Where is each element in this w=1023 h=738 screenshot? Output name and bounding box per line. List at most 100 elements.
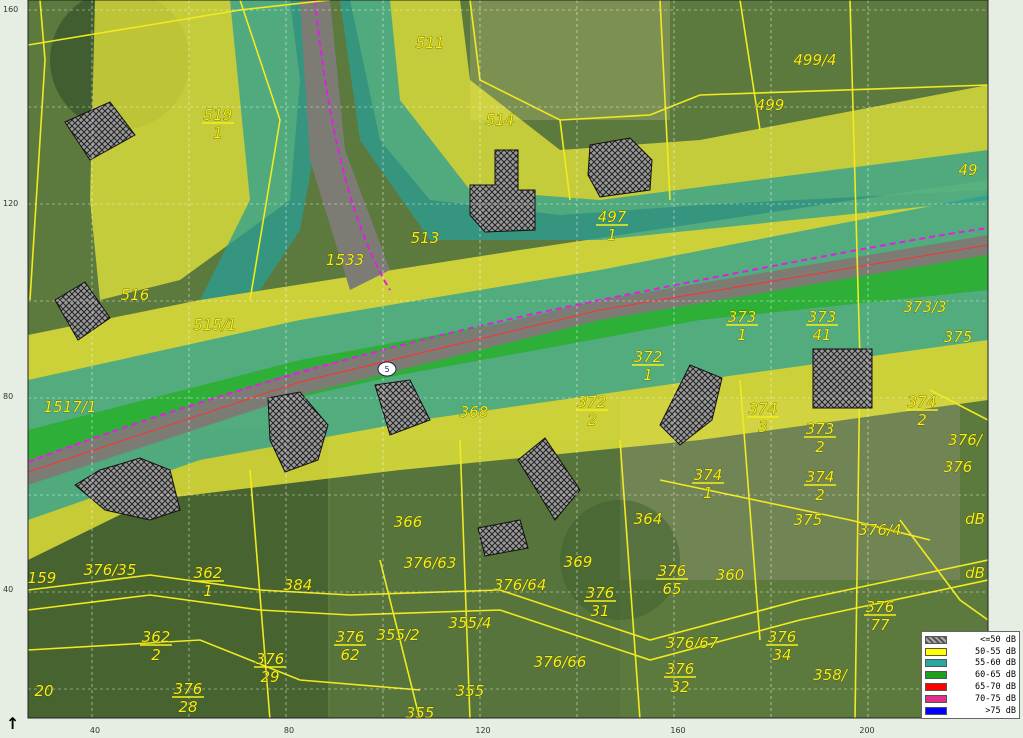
parcel-subnumber: 41 (812, 326, 831, 344)
parcel-number: 499 (756, 96, 785, 114)
parcel-number: 514 (486, 111, 515, 129)
parcel-subnumber: 62 (340, 646, 359, 664)
parcel-number: 519 (204, 106, 233, 124)
x-tick-label: 120 (475, 726, 490, 735)
receiver-marker[interactable]: 5 (377, 361, 397, 377)
parcel-number: 376 (658, 562, 687, 580)
legend-item: 65-70 dB (925, 681, 1016, 693)
parcel-number: 376/67 (666, 634, 719, 652)
parcel-subnumber: 1 (737, 326, 747, 344)
legend-label: 70-75 dB (975, 693, 1016, 704)
parcel-subnumber: 1 (213, 124, 223, 142)
parcel-number: 376/64 (494, 576, 547, 594)
legend-swatch (925, 694, 947, 703)
parcel-number: 360 (716, 566, 745, 584)
y-tick-label: 160 (3, 5, 18, 14)
parcel-number: 375 (944, 328, 973, 346)
legend-label: 50-55 dB (975, 646, 1016, 657)
parcel-subnumber: 1 (643, 366, 653, 384)
legend-item: 50-55 dB (925, 646, 1016, 658)
north-arrow-icon: ↑ (6, 714, 20, 733)
x-tick-label: 160 (670, 726, 685, 735)
noise-map[interactable]: 5115191514499/44994949715131533516515/1 3… (0, 0, 1023, 738)
parcel-number: 376 (174, 680, 203, 698)
parcel-number: 358/ (813, 666, 849, 684)
parcel-subnumber: 2 (151, 646, 161, 664)
parcel-number: 366 (394, 513, 423, 531)
legend-swatch (925, 659, 947, 668)
legend-item: 70-75 dB (925, 693, 1016, 705)
parcel-number: 362 (194, 564, 223, 582)
legend-item: <=50 dB (925, 634, 1016, 646)
parcel-subnumber: 3 (758, 418, 768, 436)
parcel-number: 364 (634, 510, 663, 528)
parcel-number: 1533 (326, 251, 364, 269)
parcel-number: 373 (808, 308, 837, 326)
parcel-number: 376 (944, 458, 973, 476)
x-tick-label: 80 (284, 726, 294, 735)
parcel-subnumber: 31 (590, 602, 609, 620)
parcel-number: 362 (142, 628, 171, 646)
parcel-number: 515/1 (193, 316, 236, 334)
parcel-subnumber: 2 (815, 486, 825, 504)
parcel-number: 374 (806, 468, 835, 486)
parcel-number: 373/3 (903, 298, 946, 316)
parcel-number: 497 (598, 208, 627, 226)
noise-legend: <=50 dB 50-55 dB 55-60 dB 60-65 dB 65-70 dB 7… (921, 631, 1020, 719)
parcel-number: 376 (586, 584, 615, 602)
x-tick-label: 200 (859, 726, 874, 735)
parcel-number: 376 (256, 650, 285, 668)
legend-label: 55-60 dB (975, 658, 1016, 669)
parcel-number: 49 (958, 161, 977, 179)
parcel-number: 355 (456, 682, 485, 700)
legend-swatch (925, 647, 947, 656)
legend-item: 60-65 dB (925, 669, 1016, 681)
parcel-number: 511 (416, 34, 445, 52)
parcel-number: 376/66 (534, 653, 587, 671)
parcel-number: 1517/1 (44, 398, 97, 416)
parcel-number: 159 (28, 569, 57, 587)
map-frame: 511 519 1 514 499/4 499 49 497 1 513 1533 516 515/1 3… (0, 0, 1023, 738)
parcel-subnumber: 2 (917, 411, 927, 429)
parcel-subnumber: 32 (670, 678, 689, 696)
parcel-number: 372 (578, 393, 607, 411)
parcel-subnumber: 1 (203, 582, 213, 600)
parcel-number: 369 (564, 553, 593, 571)
legend-swatch (925, 635, 947, 644)
parcel-number: 376/ (948, 431, 984, 449)
parcel-number: 376 (866, 598, 895, 616)
parcel-number: 374 (749, 400, 778, 418)
parcel-number: 372 (634, 348, 663, 366)
x-tick-label: 40 (90, 726, 100, 735)
parcel-number: 376/63 (404, 554, 457, 572)
parcel-subnumber: 2 (587, 411, 597, 429)
parcel-number: 376/4 (858, 521, 901, 539)
parcel-subnumber: 1 (703, 484, 713, 502)
parcel-number: 373 (728, 308, 757, 326)
legend-swatch (925, 683, 947, 692)
parcel-number: dB (965, 564, 985, 582)
legend-swatch (925, 706, 947, 715)
receiver-label: 5 (384, 365, 389, 374)
parcel-number: 516 (121, 286, 150, 304)
legend-label: >75 dB (985, 705, 1016, 716)
parcel-subnumber: 28 (178, 698, 197, 716)
parcel-subnumber: 77 (870, 616, 890, 634)
parcel-number: 355/2 (376, 626, 419, 644)
parcel-subnumber: 65 (662, 580, 681, 598)
legend-swatch (925, 671, 947, 680)
parcel-number: 355/4 (448, 614, 491, 632)
parcel-number: 368 (460, 403, 489, 421)
y-tick-label: 120 (3, 199, 18, 208)
parcel-number: 376 (666, 660, 695, 678)
legend-label: 65-70 dB (975, 682, 1016, 693)
parcel-subnumber: 34 (772, 646, 791, 664)
parcel-number: 374 (694, 466, 723, 484)
parcel-number: dB (965, 510, 985, 528)
parcel-number: 376/35 (84, 561, 137, 579)
parcel-number: 373 (806, 420, 835, 438)
parcel-subnumber: 29 (260, 668, 279, 686)
legend-item: 55-60 dB (925, 658, 1016, 670)
parcel-number: 513 (411, 229, 440, 247)
y-tick-label: 80 (3, 392, 13, 401)
